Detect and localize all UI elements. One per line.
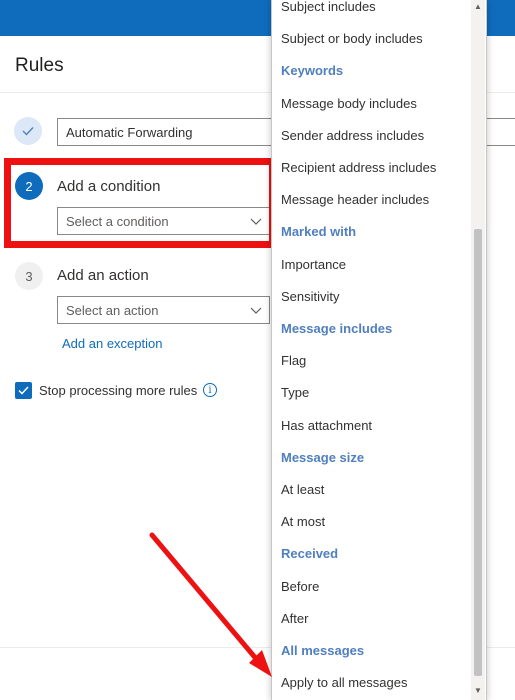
dropdown-option-after[interactable]: After xyxy=(281,611,308,626)
dropdown-group-header-message-size: Message size xyxy=(281,449,365,465)
scroll-thumb[interactable] xyxy=(474,229,482,676)
dropdown-group-header-keywords: Keywords xyxy=(281,63,344,79)
dropdown-option-message-header-includes[interactable]: Message header includes xyxy=(281,192,429,207)
add-action-label: Add an action xyxy=(57,267,149,284)
dropdown-group-header-message-includes: Message includes xyxy=(281,321,393,336)
dropdown-group-header-marked-with: Marked with xyxy=(281,224,357,240)
stop-processing-label: Stop processing more rules xyxy=(39,383,198,398)
checkmark-icon xyxy=(22,127,34,136)
page-title: Rules xyxy=(15,55,64,76)
arrow-head-icon xyxy=(249,650,272,677)
dropdown-option-sensitivity[interactable]: Sensitivity xyxy=(281,289,340,304)
dropdown-option-importance[interactable]: Importance xyxy=(281,257,346,272)
condition-highlight-box xyxy=(4,158,276,248)
dropdown-option-flag[interactable]: Flag xyxy=(281,353,306,368)
dropdown-option-has-attachment[interactable]: Has attachment xyxy=(281,418,372,433)
add-exception-link[interactable]: Add an exception xyxy=(62,336,162,351)
info-icon[interactable]: i xyxy=(203,383,217,397)
scroll-down-arrow-icon[interactable]: ▼ xyxy=(474,686,482,695)
dropdown-option-type[interactable]: Type xyxy=(281,385,309,400)
step-3-badge: 3 xyxy=(15,262,43,290)
dropdown-group-header-all-messages: All messages xyxy=(281,643,365,658)
dropdown-option-at-least[interactable]: At least xyxy=(281,482,324,497)
dropdown-option-before[interactable]: Before xyxy=(281,579,319,594)
dropdown-option-subject-or-body-includes[interactable]: Subject or body includes xyxy=(281,31,423,46)
dropdown-option-message-body-includes[interactable]: Message body includes xyxy=(281,96,417,111)
chevron-down-icon xyxy=(250,301,262,322)
dropdown-option-subject-includes[interactable]: Subject includes xyxy=(281,0,376,14)
condition-dropdown-menu: Subject includes Subject or body includes… xyxy=(271,0,487,700)
dropdown-option-apply-to-all-messages[interactable]: Apply to all messages xyxy=(281,675,407,690)
dropdown-option-at-most[interactable]: At most xyxy=(281,514,325,529)
dropdown-scrollbar[interactable]: ▲ ▼ xyxy=(471,0,485,700)
dropdown-group-header-received: Received xyxy=(281,546,339,562)
select-action-dropdown[interactable]: Select an action xyxy=(57,296,270,324)
scroll-up-arrow-icon[interactable]: ▲ xyxy=(474,2,482,11)
stop-processing-checkbox[interactable] xyxy=(15,382,32,399)
select-action-placeholder: Select an action xyxy=(66,303,159,318)
dropdown-option-recipient-address-includes[interactable]: Recipient address includes xyxy=(281,160,436,175)
step-1-complete-icon xyxy=(14,117,42,145)
dropdown-option-sender-address-includes[interactable]: Sender address includes xyxy=(281,128,424,143)
checkmark-icon xyxy=(18,386,29,395)
